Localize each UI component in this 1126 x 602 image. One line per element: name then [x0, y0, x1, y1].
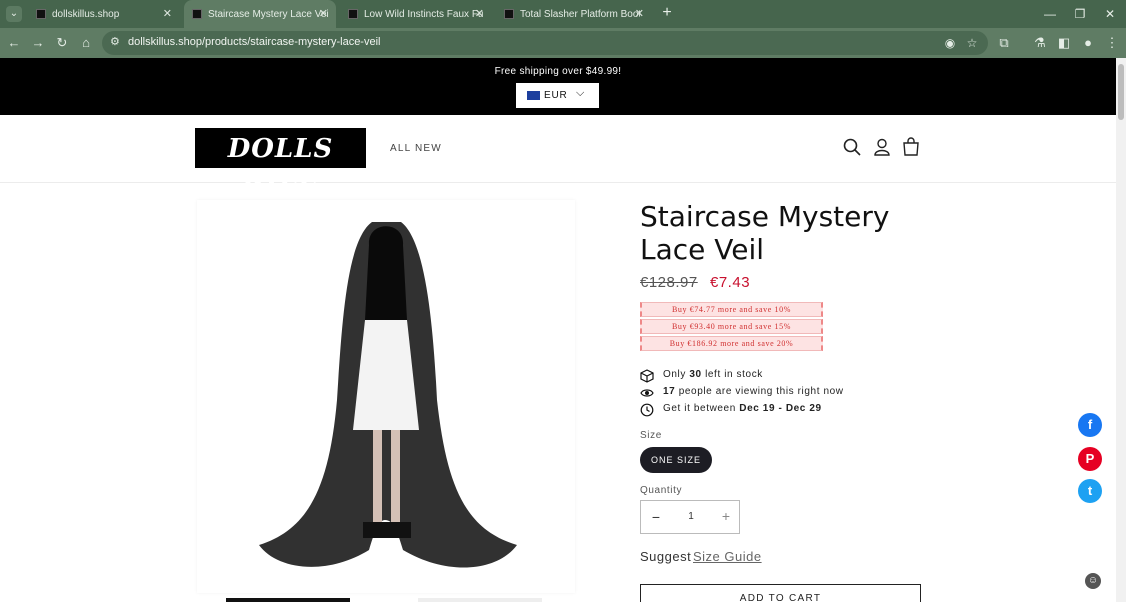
reload-icon[interactable]: ↻: [54, 35, 70, 51]
accessibility-widget-icon[interactable]: ☺: [1085, 573, 1101, 589]
url-text[interactable]: dollskillus.shop/products/staircase-myst…: [128, 36, 380, 48]
eu-flag-icon: [527, 91, 540, 100]
browser-tab-bar: ⌄ dollskillus.shop ✕ Staircase Mystery L…: [0, 0, 1126, 28]
stock-count: 30: [689, 369, 702, 380]
volume-discount-offer: Buy €186.92 more and save 20%: [640, 336, 823, 351]
delivery-text: Get it between Dec 19 - Dec 29: [663, 403, 822, 414]
labs-flask-icon[interactable]: ⚗: [1032, 35, 1048, 51]
eye-off-icon[interactable]: ◉: [942, 35, 958, 51]
delivery-range: Dec 19 - Dec 29: [739, 403, 822, 414]
forward-icon[interactable]: →: [30, 35, 46, 51]
new-tab-icon[interactable]: +: [658, 4, 676, 22]
gallery-thumbnail-1[interactable]: [226, 598, 350, 602]
favicon-icon: [348, 9, 358, 19]
favicon-icon: [36, 9, 46, 19]
add-to-cart-button[interactable]: ADD TO CART: [640, 584, 921, 602]
quantity-label: Quantity: [640, 485, 683, 496]
currency-selector[interactable]: EUR ⌵: [516, 83, 599, 108]
address-bar[interactable]: ⚙ dollskillus.shop/products/staircase-my…: [102, 31, 988, 55]
home-icon[interactable]: ⌂: [78, 35, 94, 51]
sale-price: €7.43: [710, 274, 751, 291]
browser-tab-3[interactable]: Low Wild Instincts Faux Fur Boo ✕: [340, 0, 492, 28]
profile-avatar-icon[interactable]: ●: [1080, 35, 1096, 51]
pinterest-share-icon[interactable]: P: [1078, 447, 1102, 471]
scrollbar-thumb[interactable]: [1118, 64, 1124, 120]
quantity-stepper: − 1 +: [640, 500, 740, 534]
favicon-icon: [192, 9, 202, 19]
original-price: €128.97: [640, 274, 698, 291]
search-icon[interactable]: [842, 137, 862, 157]
offer-text: Buy €93.40 more and save 15%: [671, 322, 791, 331]
volume-discount-offer: Buy €74.77 more and save 10%: [640, 302, 823, 317]
minimize-icon[interactable]: —: [1042, 6, 1058, 22]
nav-link-all-new[interactable]: ALL NEW: [390, 143, 442, 154]
gallery-thumbnail-2[interactable]: [418, 598, 542, 602]
tab-close-icon[interactable]: ✕: [163, 7, 172, 20]
tab-close-icon[interactable]: ✕: [475, 7, 484, 20]
product-photo: [259, 222, 517, 568]
logo-text: DOLLS KILL: [227, 134, 334, 194]
browser-tab-2[interactable]: Staircase Mystery Lace Veil ✕: [184, 0, 336, 28]
site-info-icon[interactable]: ⚙: [110, 35, 124, 49]
chevron-down-icon: ⌵: [576, 87, 585, 99]
tab-title: Staircase Mystery Lace Veil: [208, 8, 328, 20]
restore-icon[interactable]: ❐: [1072, 6, 1088, 22]
offer-text: Buy €74.77 more and save 10%: [671, 305, 791, 314]
suggest-label: Suggest: [640, 549, 692, 564]
size-option-one-size[interactable]: ONE SIZE: [640, 447, 712, 473]
bookmark-star-icon[interactable]: ☆: [964, 35, 980, 51]
site-logo[interactable]: DOLLS KILL: [195, 128, 366, 194]
delivery-prefix: Get it between: [663, 403, 736, 414]
account-icon[interactable]: [872, 137, 892, 157]
eye-icon: [640, 389, 654, 397]
tab-close-icon[interactable]: ✕: [319, 7, 328, 20]
tab-close-icon[interactable]: ✕: [635, 7, 644, 20]
product-image[interactable]: [197, 200, 575, 593]
page-scrollbar[interactable]: [1116, 58, 1126, 602]
browser-menu-icon[interactable]: ⋮: [1104, 35, 1120, 51]
browser-tab-4[interactable]: Total Slasher Platform Boots ✕: [496, 0, 652, 28]
stock-suffix: left in stock: [705, 369, 763, 380]
currency-code: EUR: [544, 90, 568, 101]
viewers-count: 17: [663, 386, 676, 397]
favicon-icon: [504, 9, 514, 19]
package-icon: [640, 369, 654, 383]
extensions-icon[interactable]: ⧉: [996, 35, 1012, 51]
tab-search-chevron-icon[interactable]: ⌄: [6, 6, 22, 22]
cart-icon[interactable]: [901, 137, 921, 157]
tab-title: dollskillus.shop: [52, 8, 120, 20]
stock-text: Only 30 left in stock: [663, 369, 763, 380]
announcement-text: Free shipping over $49.99!: [494, 66, 622, 77]
offer-text: Buy €186.92 more and save 20%: [669, 339, 794, 348]
size-label: Size: [640, 430, 662, 441]
browser-toolbar: ← → ↻ ⌂ ⚙ dollskillus.shop/products/stai…: [0, 28, 1126, 58]
viewers-label: people are viewing this right now: [678, 386, 844, 397]
tab-title: Total Slasher Platform Boots: [520, 8, 640, 20]
volume-discount-offer: Buy €93.40 more and save 15%: [640, 319, 823, 334]
page-viewport: Free shipping over $49.99! EUR ⌵ DOLLS K…: [0, 58, 1116, 602]
back-icon[interactable]: ←: [6, 35, 22, 51]
site-header: DOLLS KILL ALL NEW: [0, 115, 1116, 194]
minus-icon[interactable]: −: [647, 509, 665, 525]
window-close-icon[interactable]: ✕: [1102, 6, 1118, 22]
quantity-input[interactable]: 1: [681, 511, 701, 522]
tab-title: Low Wild Instincts Faux Fur Boo: [364, 8, 484, 20]
facebook-share-icon[interactable]: f: [1078, 413, 1102, 437]
browser-tab-1[interactable]: dollskillus.shop ✕: [28, 0, 180, 28]
announcement-bar: Free shipping over $49.99! EUR ⌵: [0, 58, 1116, 115]
clock-icon: [640, 403, 654, 417]
viewers-text: 17 people are viewing this right now: [663, 386, 844, 397]
stock-prefix: Only: [663, 369, 686, 380]
plus-icon[interactable]: +: [717, 508, 735, 524]
size-guide-link[interactable]: Size Guide: [693, 549, 762, 564]
side-panel-icon[interactable]: ◧: [1056, 35, 1072, 51]
product-title: Staircase Mystery Lace Veil: [640, 200, 890, 266]
twitter-share-icon[interactable]: t: [1078, 479, 1102, 503]
